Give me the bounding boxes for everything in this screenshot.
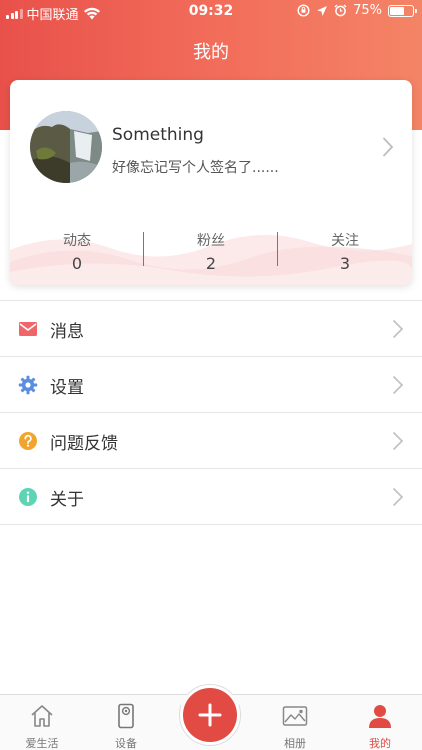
info-icon [19,488,37,506]
tab-life[interactable]: 爱生活 [0,695,84,750]
stat-value: 2 [205,254,217,273]
battery-fill [390,6,405,15]
stat-followers[interactable]: 粉丝 2 [144,228,278,278]
battery-percent: 75% [353,3,382,18]
stat-value: 0 [71,254,83,273]
stat-following[interactable]: 关注 3 [278,228,412,278]
location-icon [317,5,328,16]
tab-label: 我的 [369,737,391,750]
add-button[interactable] [183,688,237,742]
chevron-right-icon [392,431,404,451]
status-right: 75% [297,3,417,18]
menu-item-messages[interactable]: 消息 [0,301,422,357]
chevron-right-icon [382,137,394,157]
orientation-lock-icon [297,4,310,17]
avatar[interactable] [30,111,102,183]
home-icon [31,705,53,727]
avatar-image [30,111,102,183]
mail-icon [19,322,37,336]
tab-label: 设备 [115,737,137,750]
username: Something [112,125,204,145]
menu-label: 设置 [50,378,84,398]
stat-value: 3 [339,254,351,273]
signature: 好像忘记写个人签名了...... [112,160,279,176]
stat-label: 关注 [331,233,359,249]
tab-album[interactable]: 相册 [253,695,337,750]
gear-icon [18,375,38,395]
menu-item-settings[interactable]: 设置 [0,357,422,413]
stat-label: 动态 [63,233,91,249]
tab-label: 相册 [284,737,306,750]
stat-divider [143,232,144,266]
menu-label: 关于 [50,490,84,510]
menu-item-about[interactable]: 关于 [0,469,422,525]
plus-icon [198,703,222,727]
stats-row: 动态 0 粉丝 2 关注 3 [10,228,412,278]
stat-label: 粉丝 [197,233,225,249]
menu-label: 问题反馈 [50,434,118,454]
profile-card[interactable]: Something 好像忘记写个人签名了...... 动态 0 粉丝 2 关注 … [10,80,412,285]
chevron-right-icon [392,319,404,339]
battery-icon [388,4,417,17]
profile-screen: 中国联通 09:32 75% 我的 Something 好像忘记写个人签名了..… [0,0,422,750]
menu-item-feedback[interactable]: 问题反馈 [0,413,422,469]
device-icon [118,703,134,729]
person-icon [369,705,391,728]
alarm-icon [334,4,347,17]
status-bar: 中国联通 09:32 75% [0,0,422,24]
page-title: 我的 [193,42,229,63]
stat-posts[interactable]: 动态 0 [10,228,144,278]
tab-mine[interactable]: 我的 [338,695,422,750]
stat-divider [277,232,278,266]
tab-label: 爱生活 [25,737,59,750]
chevron-right-icon [392,487,404,507]
tab-device[interactable]: 设备 [84,695,168,750]
question-icon [19,432,37,450]
menu-label: 消息 [50,322,84,342]
chevron-right-icon [392,375,404,395]
album-icon [282,706,308,726]
settings-menu: 消息 设置 问题反馈 关于 [0,300,422,525]
